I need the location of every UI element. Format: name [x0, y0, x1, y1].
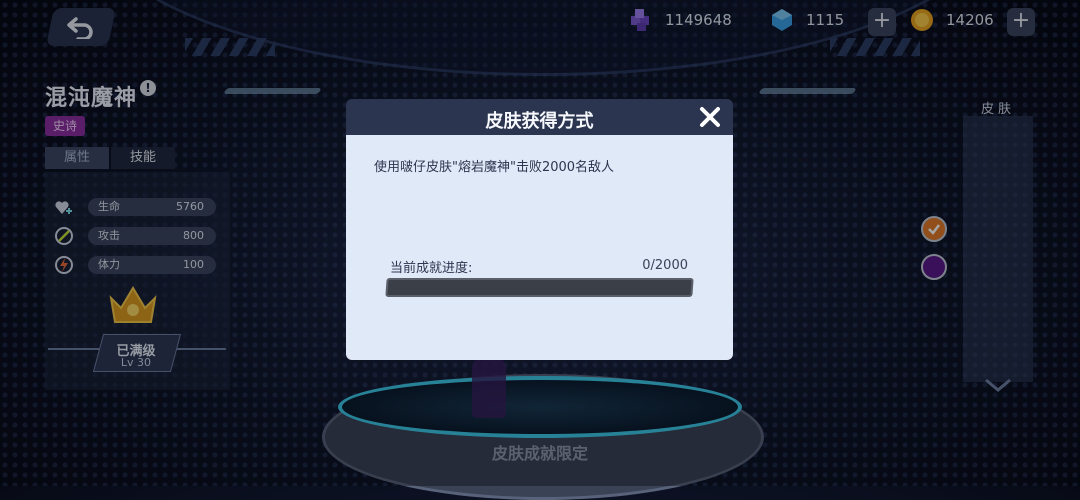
modal-body: 使用啵仔皮肤"熔岩魔神"击败2000名敌人 当前成就进度: 0/2000 — [346, 135, 733, 360]
skin-acquire-modal: 皮肤获得方式 使用啵仔皮肤"熔岩魔神"击败2000名敌人 当前成就进度: 0/2… — [346, 99, 733, 360]
progress-bar — [385, 278, 694, 297]
modal-title: 皮肤获得方式 — [485, 111, 594, 132]
modal-header: 皮肤获得方式 — [346, 99, 733, 137]
close-icon[interactable] — [699, 106, 721, 128]
progress-fill — [387, 280, 389, 295]
progress-label: 当前成就进度: — [390, 261, 473, 276]
progress-value: 0/2000 — [642, 258, 688, 273]
requirement-text: 使用啵仔皮肤"熔岩魔神"击败2000名敌人 — [374, 160, 615, 175]
